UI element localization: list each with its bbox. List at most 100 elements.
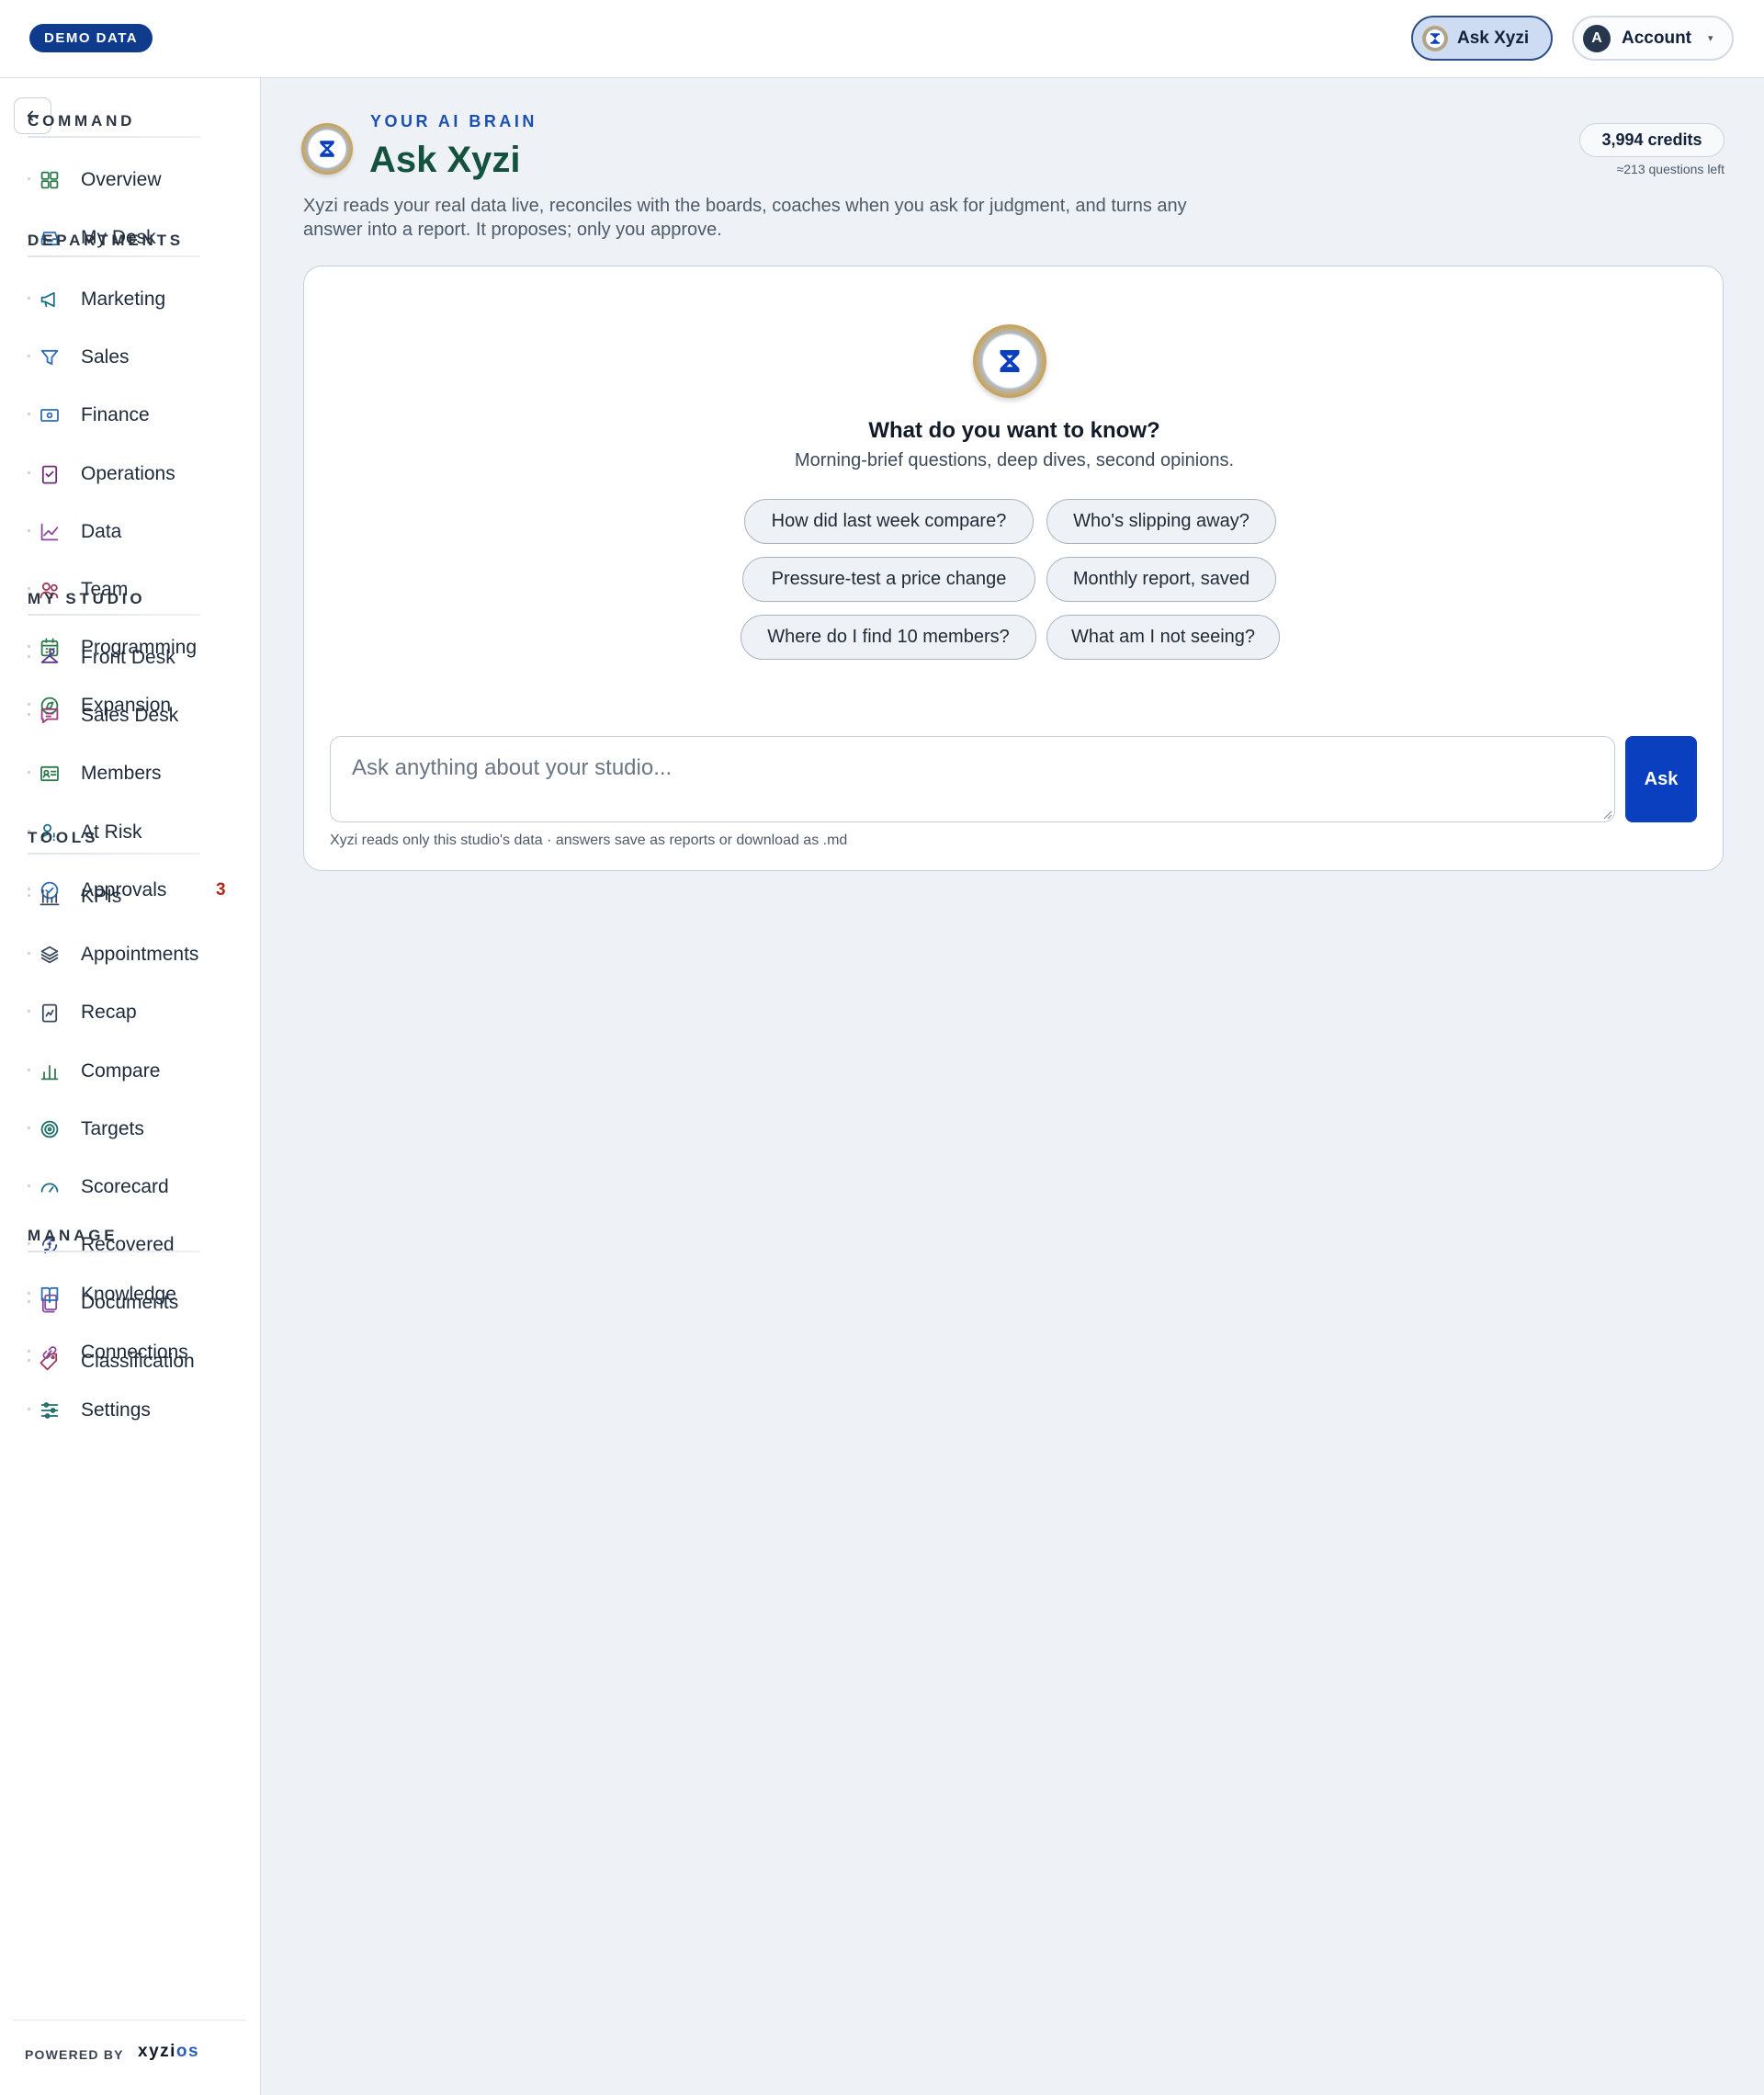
item-marker bbox=[28, 1126, 30, 1129]
page-eyebrow: YOUR AI BRAIN bbox=[370, 112, 537, 130]
ask-submit-button[interactable]: Ask bbox=[1625, 736, 1697, 822]
sidebar-item-front-desk[interactable]: Front Desk bbox=[28, 636, 239, 680]
powered-by-label: POWERED BY bbox=[25, 2047, 124, 2062]
brand-main: xyzi bbox=[138, 2042, 176, 2061]
section-divider bbox=[28, 1251, 200, 1252]
ask-xyzi-label: Ask Xyzi bbox=[1457, 28, 1530, 48]
gauge-icon bbox=[36, 1173, 63, 1201]
brand-suffix: os bbox=[175, 2042, 200, 2061]
sidebar-item-label: Targets bbox=[81, 1117, 144, 1139]
sidebar-item-label: Compare bbox=[81, 1059, 161, 1081]
ask-card: What do you want to know? Morning-brief … bbox=[303, 266, 1724, 871]
hanger-icon bbox=[36, 644, 63, 672]
item-marker bbox=[28, 1350, 30, 1353]
sidebar: COMMAND Overview My Desk DEPARTMENTS Marketi… bbox=[0, 78, 261, 2095]
sidebar-item-sales[interactable]: Sales bbox=[28, 335, 239, 379]
sidebar-item-overview[interactable]: Overview bbox=[28, 158, 239, 202]
sidebar-item-appointments[interactable]: Appointments bbox=[28, 933, 239, 977]
section-title: COMMAND bbox=[28, 112, 136, 130]
sidebar-item-label: KPIs bbox=[81, 886, 122, 907]
sidebar-item-label: Overview bbox=[81, 169, 162, 190]
top-bar: DEMO DATA Ask Xyzi A Account ▾ bbox=[0, 0, 1764, 78]
item-marker bbox=[28, 655, 30, 658]
line-chart-icon bbox=[36, 518, 63, 546]
divider bbox=[13, 2020, 246, 2021]
section-title: MY STUDIO bbox=[28, 590, 146, 607]
sidebar-item-finance[interactable]: Finance bbox=[28, 393, 239, 437]
sidebar-item-label: Sales Desk bbox=[81, 705, 179, 727]
sidebar-item-targets[interactable]: Targets bbox=[28, 1107, 239, 1151]
item-marker bbox=[28, 1184, 30, 1187]
funnel-icon bbox=[36, 344, 63, 371]
section-title: MANAGE bbox=[28, 1227, 119, 1244]
section-divider bbox=[28, 136, 200, 138]
sidebar-item-sales-desk[interactable]: Sales Desk bbox=[28, 694, 239, 738]
sidebar-item-recap[interactable]: Recap bbox=[28, 991, 239, 1035]
report-icon bbox=[36, 999, 63, 1026]
sliders-icon bbox=[36, 1397, 63, 1424]
sidebar-item-label: Front Desk bbox=[81, 647, 175, 668]
prompt-subheading: Morning-brief questions, deep dives, sec… bbox=[794, 450, 1235, 470]
bar-gauge-icon bbox=[36, 883, 63, 911]
megaphone-icon bbox=[36, 286, 63, 313]
page-description: Xyzi reads your real data live, reconcil… bbox=[303, 196, 1187, 240]
credits-badge: 3,994 credits bbox=[1579, 123, 1724, 157]
layers-icon bbox=[36, 941, 63, 968]
item-marker bbox=[28, 952, 30, 956]
suggestion-chip[interactable]: Pressure-test a price change bbox=[742, 557, 1035, 602]
sidebar-item-connections[interactable]: Connections bbox=[28, 1331, 239, 1375]
sidebar-item-label: Appointments bbox=[81, 944, 199, 966]
item-marker bbox=[28, 355, 30, 358]
suggestion-chip[interactable]: Where do I find 10 members? bbox=[741, 615, 1036, 660]
item-marker bbox=[28, 713, 30, 717]
sidebar-item-label: Sales bbox=[81, 346, 130, 368]
suggestion-chip[interactable]: Monthly report, saved bbox=[1046, 557, 1276, 602]
resize-grip-icon[interactable] bbox=[1601, 809, 1612, 820]
ask-xyzi-button[interactable]: Ask Xyzi bbox=[1411, 16, 1553, 61]
sidebar-item-label: Finance bbox=[81, 404, 150, 426]
item-marker bbox=[28, 1068, 30, 1071]
section-title: DEPARTMENTS bbox=[28, 232, 184, 249]
sidebar-item-operations[interactable]: Operations bbox=[28, 452, 239, 496]
account-menu-button[interactable]: A Account ▾ bbox=[1572, 16, 1734, 61]
sidebar-item-label: Recap bbox=[81, 1002, 137, 1024]
book-icon bbox=[36, 1281, 63, 1308]
chat-icon bbox=[36, 702, 63, 730]
section-title: TOOLS bbox=[28, 829, 99, 846]
xyzi-logo-icon bbox=[301, 123, 353, 175]
sidebar-item-compare[interactable]: Compare bbox=[28, 1049, 239, 1093]
sidebar-item-label: Operations bbox=[81, 462, 175, 484]
chevron-down-icon: ▾ bbox=[1708, 33, 1713, 44]
item-marker bbox=[28, 177, 30, 180]
sidebar-item-knowledge[interactable]: Knowledge bbox=[28, 1273, 239, 1317]
sidebar-item-data[interactable]: Data bbox=[28, 510, 239, 554]
sidebar-item-kpis[interactable]: KPIs bbox=[28, 875, 239, 919]
demo-data-badge: DEMO DATA bbox=[29, 24, 153, 52]
ask-input[interactable] bbox=[330, 736, 1615, 822]
avatar: A bbox=[1583, 24, 1611, 52]
suggestion-chip[interactable]: How did last week compare? bbox=[744, 499, 1034, 544]
suggestion-chip[interactable]: Who's slipping away? bbox=[1046, 499, 1276, 544]
sidebar-item-label: Connections bbox=[81, 1342, 188, 1364]
sidebar-item-scorecard[interactable]: Scorecard bbox=[28, 1165, 239, 1209]
sidebar-item-settings[interactable]: Settings bbox=[28, 1388, 239, 1433]
item-marker bbox=[28, 1010, 30, 1014]
sidebar-item-label: Marketing bbox=[81, 289, 166, 310]
privacy-footnote: Xyzi reads only this studio's data · ans… bbox=[330, 832, 848, 848]
item-marker bbox=[28, 413, 30, 416]
sidebar-item-label: Knowledge bbox=[81, 1284, 176, 1305]
sidebar-item-members[interactable]: Members bbox=[28, 752, 239, 796]
section-divider bbox=[28, 614, 200, 616]
item-marker bbox=[28, 297, 30, 300]
account-label: Account bbox=[1622, 28, 1691, 48]
item-marker bbox=[28, 1292, 30, 1295]
item-marker bbox=[28, 771, 30, 775]
prompt-heading: What do you want to know? bbox=[868, 418, 1160, 443]
brand-logo: xyzios bbox=[138, 2042, 199, 2062]
section-divider bbox=[28, 853, 200, 855]
sidebar-item-label: Scorecard bbox=[81, 1176, 169, 1197]
clipboard-check-icon bbox=[36, 460, 63, 488]
sidebar-item-marketing[interactable]: Marketing bbox=[28, 277, 239, 322]
suggestion-chip[interactable]: What am I not seeing? bbox=[1046, 615, 1280, 660]
item-marker bbox=[28, 528, 30, 532]
